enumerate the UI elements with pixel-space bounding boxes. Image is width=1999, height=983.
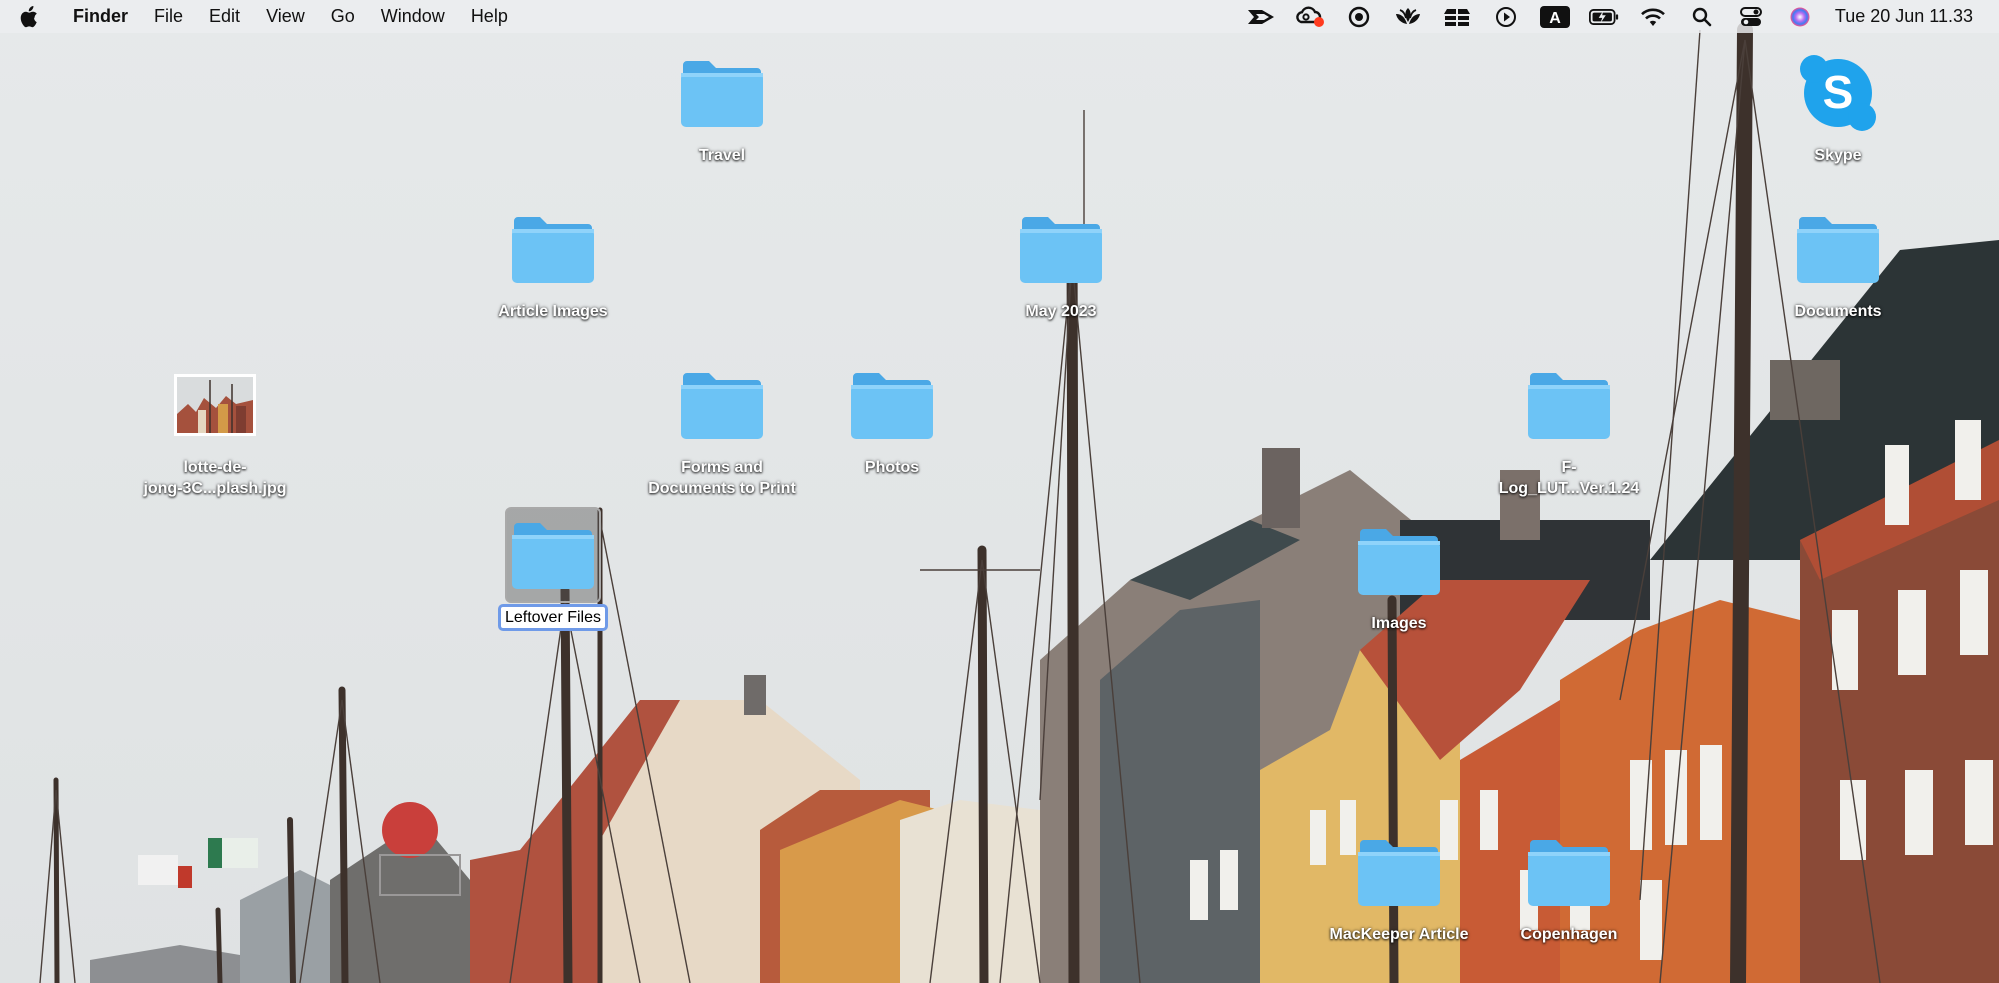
creative-cloud-icon[interactable] xyxy=(1295,0,1325,33)
folder-label: May 2023 xyxy=(1025,303,1097,320)
play-circle-icon[interactable] xyxy=(1491,0,1521,33)
folder-label: Images xyxy=(1371,615,1427,632)
folder-label-line1: Forms and xyxy=(681,459,763,476)
apple-menu-icon[interactable] xyxy=(19,0,53,33)
folder-icon xyxy=(674,357,770,453)
folder-label-line2: Documents to Print xyxy=(648,480,796,497)
folder-rename-field[interactable]: Leftover Files xyxy=(497,604,609,631)
folder-images[interactable]: Images xyxy=(1309,513,1489,634)
menu-view[interactable]: View xyxy=(253,0,318,33)
folder-may-2023[interactable]: May 2023 xyxy=(971,201,1151,322)
folder-label: Travel xyxy=(698,147,746,164)
folder-travel[interactable]: Travel xyxy=(632,45,812,166)
folder-label: F- Log_LUT...Ver.1.24 xyxy=(1495,457,1644,499)
sync-icon[interactable] xyxy=(1344,0,1374,33)
menu-window[interactable]: Window xyxy=(368,0,458,33)
file-lotte-jpg[interactable]: lotte-de- jong-3C...plash.jpg xyxy=(125,357,305,499)
folder-icon xyxy=(1013,201,1109,297)
folder-icon xyxy=(674,45,770,141)
folder-icon xyxy=(1351,513,1447,609)
input-source-icon[interactable]: A xyxy=(1539,0,1570,33)
lotus-icon[interactable] xyxy=(1393,0,1423,33)
folder-label-line2: Log_LUT...Ver.1.24 xyxy=(1498,480,1640,497)
folder-mackeeper-article[interactable]: MacKeeper Article xyxy=(1309,824,1489,945)
folder-label: Copenhagen xyxy=(1520,926,1618,943)
stack-icon[interactable] xyxy=(1442,0,1472,33)
folder-article-images[interactable]: Article Images xyxy=(463,201,643,322)
folder-label-line1: F- xyxy=(1561,459,1577,476)
folder-label: Documents xyxy=(1794,303,1882,320)
image-thumbnail-icon xyxy=(167,357,263,453)
folder-label: MacKeeper Article xyxy=(1329,926,1469,943)
menu-file[interactable]: File xyxy=(141,0,196,33)
control-center-icon[interactable] xyxy=(1736,0,1766,33)
folder-icon xyxy=(1790,201,1886,297)
arrow-app-icon[interactable] xyxy=(1246,0,1276,33)
folder-f-log-lut[interactable]: F- Log_LUT...Ver.1.24 xyxy=(1479,357,1659,499)
folder-icon xyxy=(1521,357,1617,453)
search-icon[interactable] xyxy=(1687,0,1717,33)
folder-icon xyxy=(1351,824,1447,920)
folder-icon xyxy=(844,357,940,453)
app-skype[interactable]: S Skype xyxy=(1748,45,1928,166)
app-label: Skype xyxy=(1814,147,1862,164)
menu-bar: Finder File Edit View Go Window Help A T… xyxy=(0,0,1999,33)
file-label-line2: jong-3C...plash.jpg xyxy=(143,480,287,497)
battery-icon[interactable] xyxy=(1588,0,1619,33)
folder-forms-and-documents[interactable]: Forms and Documents to Print xyxy=(632,357,812,499)
menu-help[interactable]: Help xyxy=(458,0,521,33)
folder-label: Photos xyxy=(864,459,920,476)
folder-icon xyxy=(505,201,601,297)
skype-icon: S xyxy=(1790,45,1886,141)
folder-photos[interactable]: Photos xyxy=(802,357,982,478)
menu-edit[interactable]: Edit xyxy=(196,0,253,33)
folder-icon xyxy=(505,507,601,603)
folder-copenhagen[interactable]: Copenhagen xyxy=(1479,824,1659,945)
app-menu-finder[interactable]: Finder xyxy=(53,0,141,33)
file-label: lotte-de- jong-3C...plash.jpg xyxy=(139,457,290,499)
folder-leftover-files[interactable]: Leftover Files xyxy=(463,507,643,631)
siri-icon[interactable] xyxy=(1785,0,1815,33)
folder-icon xyxy=(1521,824,1617,920)
menubar-clock[interactable]: Tue 20 Jun 11.33 xyxy=(1835,6,1973,27)
input-source-letter: A xyxy=(1549,10,1561,27)
folder-label: Article Images xyxy=(498,303,608,320)
menu-go[interactable]: Go xyxy=(318,0,368,33)
file-label-line1: lotte-de- xyxy=(183,459,247,476)
folder-label: Forms and Documents to Print xyxy=(644,457,800,499)
svg-text:S: S xyxy=(1823,66,1854,118)
folder-documents[interactable]: Documents xyxy=(1748,201,1928,322)
wifi-icon[interactable] xyxy=(1638,0,1668,33)
